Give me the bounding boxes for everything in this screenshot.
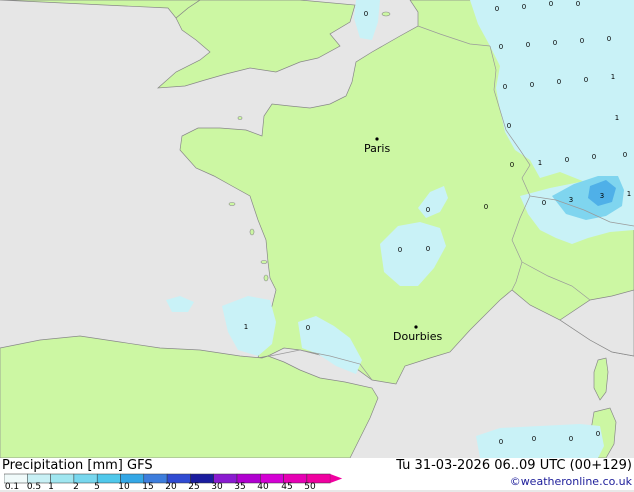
scale-swatch xyxy=(50,473,75,484)
precip-value-label: 0 xyxy=(580,37,584,45)
scale-arrow xyxy=(330,474,343,483)
island-re xyxy=(260,260,268,264)
scale-tick-label: 20 xyxy=(165,482,177,492)
precip-value-label: 3 xyxy=(569,196,573,204)
precip-value-label: 0 xyxy=(557,78,561,86)
precip-value-label: 0 xyxy=(364,10,368,18)
city-dot xyxy=(414,325,418,329)
precip-value-label: 0 xyxy=(495,5,499,13)
scale-tick-label: 10 xyxy=(118,482,130,492)
scale-tick-label: 40 xyxy=(257,482,269,492)
precip-value-label: 0 xyxy=(499,43,503,51)
precip-value-label: 0 xyxy=(503,83,507,91)
island-wight xyxy=(381,11,391,17)
precip-value-label: 0 xyxy=(569,435,573,443)
city-label: Paris xyxy=(364,142,390,155)
precip-value-label: 0 xyxy=(607,35,611,43)
precip-value-label: 0 xyxy=(623,151,627,159)
precip-value-label: 0 xyxy=(522,3,526,11)
island-ouessant xyxy=(237,116,243,120)
precip-value-label: 0 xyxy=(565,156,569,164)
precip-value-label: 0 xyxy=(306,324,310,332)
precip-value-label: 0 xyxy=(398,246,402,254)
precip-value-label: 1 xyxy=(615,114,619,122)
precip-value-label: 0 xyxy=(484,203,488,211)
precip-value-label: 0 xyxy=(426,206,430,214)
island-belle-ile xyxy=(228,202,236,206)
precip-value-label: 0 xyxy=(542,199,546,207)
island-noirmoutier xyxy=(249,228,255,236)
scale-tick-label: 2 xyxy=(73,482,79,492)
precip-value-label: 0 xyxy=(596,430,600,438)
precip-value-label: 0 xyxy=(592,153,596,161)
scale-tick-label: 50 xyxy=(304,482,316,492)
precip-value-label: 0 xyxy=(532,435,536,443)
scale-tick-label: 0.1 xyxy=(4,482,20,492)
precip-value-label: 3 xyxy=(600,192,604,200)
scale-tick-label: 15 xyxy=(142,482,154,492)
city-label: Dourbies xyxy=(393,330,443,343)
scale-tick-label: 45 xyxy=(281,482,293,492)
scale-tick-label: 25 xyxy=(188,482,200,492)
precipitation-map[interactable]: 0 0 0 0 0 0 0 0 0 0 0 0 0 0 1 0 1 0 1 0 0 0 0 3 3 1 0 0 0 0 1 0 0 0 0 0 Par… xyxy=(0,0,634,459)
precip-value-label: 1 xyxy=(611,73,615,81)
map-canvas: 0 0 0 0 0 0 0 0 0 0 0 0 0 0 1 0 1 0 1 0 0 0 0 3 3 1 0 0 0 0 1 0 0 0 0 0 Par… xyxy=(0,0,634,459)
precip-value-label: 1 xyxy=(627,190,631,198)
scale-tick-label: 35 xyxy=(234,482,246,492)
scale-tick-label: 5 xyxy=(94,482,100,492)
scale-swatch xyxy=(96,473,121,484)
precip-value-label: 0 xyxy=(499,438,503,446)
forecast-datetime: Tu 31-03-2026 06..09 UTC (00+129) xyxy=(396,458,632,473)
city-dot xyxy=(375,137,379,141)
scale-tick-label: 30 xyxy=(211,482,223,492)
precip-value-label: 1 xyxy=(244,323,248,331)
precip-value-label: 0 xyxy=(549,0,553,8)
precip-value-label: 0 xyxy=(526,41,530,49)
precip-value-label: 0 xyxy=(553,39,557,47)
precip-value-label: 1 xyxy=(538,159,542,167)
island-oleron xyxy=(263,274,269,282)
precip-value-label: 0 xyxy=(576,0,580,8)
legend-title: Precipitation [mm] GFS xyxy=(2,458,153,473)
scale-tick-label: 0.5 xyxy=(26,482,42,492)
precip-value-label: 0 xyxy=(530,81,534,89)
scale-tick-label: 1 xyxy=(48,482,54,492)
credit-link[interactable]: ©weatheronline.co.uk xyxy=(510,475,632,488)
precip-value-label: 0 xyxy=(584,76,588,84)
precip-value-label: 0 xyxy=(510,161,514,169)
precip-value-label: 0 xyxy=(507,122,511,130)
precip-value-label: 0 xyxy=(426,245,430,253)
